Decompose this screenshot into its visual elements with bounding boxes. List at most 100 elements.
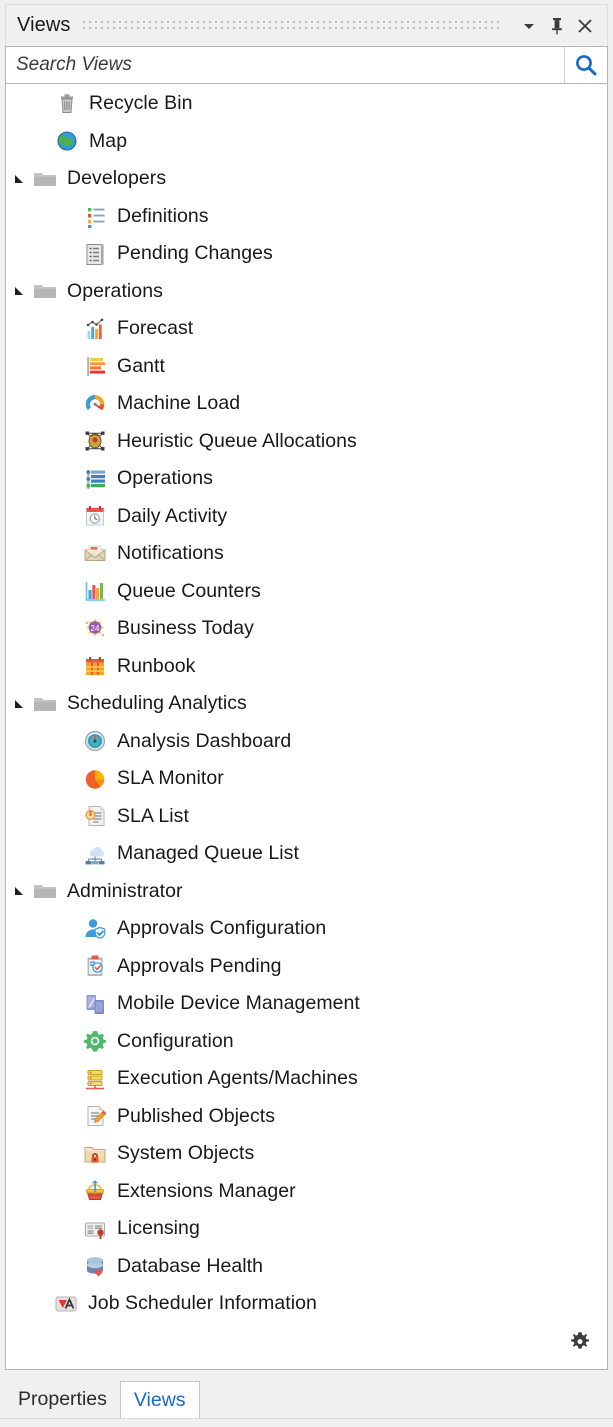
tree-item-gantt[interactable]: Gantt <box>6 348 607 386</box>
svg-text:24: 24 <box>91 624 100 633</box>
folder-icon <box>30 876 60 906</box>
license-card-icon <box>80 1214 110 1244</box>
tree-item-forecast[interactable]: Forecast <box>6 310 607 348</box>
tree-item-approvals-pending[interactable]: Approvals Pending <box>6 948 607 986</box>
tree-item-operations[interactable]: Operations <box>6 460 607 498</box>
settings-button[interactable] <box>561 1325 599 1363</box>
tree-item-label: Definitions <box>117 204 209 227</box>
tree-item-runbook[interactable]: Runbook <box>6 648 607 686</box>
calendar-clock-icon <box>80 501 110 531</box>
tree-item-label: Licensing <box>117 1217 200 1240</box>
tree-item-label: Notifications <box>117 542 224 565</box>
tree-item-label: Execution Agents/Machines <box>117 1067 358 1090</box>
close-icon[interactable] <box>571 11 599 41</box>
tab-views-label: Views <box>133 1388 186 1411</box>
tree-item-administrator[interactable]: Administrator <box>6 873 607 911</box>
tree-item-daily-activity[interactable]: Daily Activity <box>6 498 607 536</box>
expander-toggle-icon[interactable] <box>8 172 30 186</box>
panel-footer-pad <box>0 1419 613 1427</box>
tree-item-label: Extensions Manager <box>117 1179 296 1202</box>
tree-item-label: Developers <box>67 167 167 190</box>
tree-item-label: Scheduling Analytics <box>67 692 247 715</box>
sla-document-icon <box>80 801 110 831</box>
tree-item-label: Analysis Dashboard <box>117 729 292 752</box>
expander-toggle-icon[interactable] <box>8 884 30 898</box>
chevron-down-icon[interactable] <box>515 11 543 41</box>
tree-item-label: Business Today <box>117 617 254 640</box>
tree-item-execution-agents-machines[interactable]: Execution Agents/Machines <box>6 1060 607 1098</box>
expander-toggle-icon[interactable] <box>8 284 30 298</box>
tree-item-mobile-device-management[interactable]: Mobile Device Management <box>6 985 607 1023</box>
gear-icon <box>566 1328 594 1361</box>
globe-icon <box>52 126 82 156</box>
database-heart-icon <box>80 1251 110 1281</box>
tree-item-business-today[interactable]: 24 Business Today <box>6 610 607 648</box>
panel-titlebar: Views <box>5 4 608 46</box>
tree-item-definitions[interactable]: Definitions <box>6 198 607 236</box>
tab-views[interactable]: Views <box>119 1381 200 1419</box>
tree-item-label: Approvals Pending <box>117 954 282 977</box>
search-input[interactable] <box>6 47 564 83</box>
tree-item-label: Database Health <box>117 1254 264 1277</box>
tree-item-sla-monitor[interactable]: SLA Monitor <box>6 760 607 798</box>
tree-item-configuration[interactable]: Configuration <box>6 1023 607 1061</box>
tree-item-analysis-dashboard[interactable]: Analysis Dashboard <box>6 723 607 761</box>
panel-tabstrip: Properties Views <box>0 1370 613 1419</box>
tree-item-developers[interactable]: Developers <box>6 160 607 198</box>
tree-item-extensions-manager[interactable]: Extensions Manager <box>6 1173 607 1211</box>
definitions-list-icon <box>80 201 110 231</box>
tree-item-label: Operations <box>67 279 163 302</box>
operations-list-icon <box>80 464 110 494</box>
tree-item-recycle-bin[interactable]: Recycle Bin <box>6 85 607 123</box>
tree-item-label: System Objects <box>117 1142 255 1165</box>
tree-item-label: Configuration <box>117 1029 234 1052</box>
tree-item-label: Pending Changes <box>117 242 273 265</box>
business-today-icon: 24 <box>80 614 110 644</box>
panel-title: Views <box>17 14 71 36</box>
cloud-network-icon <box>80 839 110 869</box>
tree-item-label: Machine Load <box>117 392 241 415</box>
tree-item-job-scheduler-information[interactable]: Job Scheduler Information <box>6 1285 607 1323</box>
views-tree: Recycle Bin Map Developers Definitions Pendi… <box>6 84 607 1323</box>
expander-toggle-icon[interactable] <box>8 697 30 711</box>
tree-item-scheduling-analytics[interactable]: Scheduling Analytics <box>6 685 607 723</box>
tree-item-map[interactable]: Map <box>6 123 607 161</box>
forecast-chart-icon <box>80 314 110 344</box>
tree-item-sla-list[interactable]: SLA List <box>6 798 607 836</box>
extensions-icon <box>80 1176 110 1206</box>
recycle-bin-icon <box>52 89 82 119</box>
tree-item-label: SLA List <box>117 804 189 827</box>
pending-changes-icon <box>80 239 110 269</box>
search-icon[interactable] <box>564 47 607 83</box>
tree-item-machine-load[interactable]: Machine Load <box>6 385 607 423</box>
tree-item-pending-changes[interactable]: Pending Changes <box>6 235 607 273</box>
server-stack-icon <box>80 1064 110 1094</box>
tree-item-label: Administrator <box>67 879 183 902</box>
tree-item-licensing[interactable]: Licensing <box>6 1210 607 1248</box>
tree-item-label: Gantt <box>117 354 165 377</box>
tree-item-heuristic-queue-allocations[interactable]: Heuristic Queue Allocations <box>6 423 607 461</box>
tab-properties[interactable]: Properties <box>5 1380 120 1418</box>
tree-item-database-health[interactable]: Database Health <box>6 1248 607 1286</box>
tree-item-operations[interactable]: Operations <box>6 273 607 311</box>
tree-item-label: Recycle Bin <box>89 92 193 115</box>
tree-item-published-objects[interactable]: Published Objects <box>6 1098 607 1136</box>
tree-item-managed-queue-list[interactable]: Managed Queue List <box>6 835 607 873</box>
tree-item-system-objects[interactable]: System Objects <box>6 1135 607 1173</box>
envelope-icon <box>80 539 110 569</box>
tree-item-label: Forecast <box>117 317 194 340</box>
pin-icon[interactable] <box>543 11 571 41</box>
tree-item-label: Daily Activity <box>117 504 228 527</box>
tree-item-label: Map <box>89 129 128 152</box>
views-tree-container[interactable]: Recycle Bin Map Developers Definitions Pendi… <box>5 84 608 1370</box>
tree-item-queue-counters[interactable]: Queue Counters <box>6 573 607 611</box>
gauge-icon <box>80 389 110 419</box>
gantt-bars-icon <box>80 351 110 381</box>
document-pencil-icon <box>80 1101 110 1131</box>
tree-item-notifications[interactable]: Notifications <box>6 535 607 573</box>
tab-properties-label: Properties <box>18 1387 107 1410</box>
folder-icon <box>30 689 60 719</box>
tree-item-approvals-configuration[interactable]: Approvals Configuration <box>6 910 607 948</box>
clipboard-check-icon <box>80 951 110 981</box>
heuristic-node-icon <box>80 426 110 456</box>
